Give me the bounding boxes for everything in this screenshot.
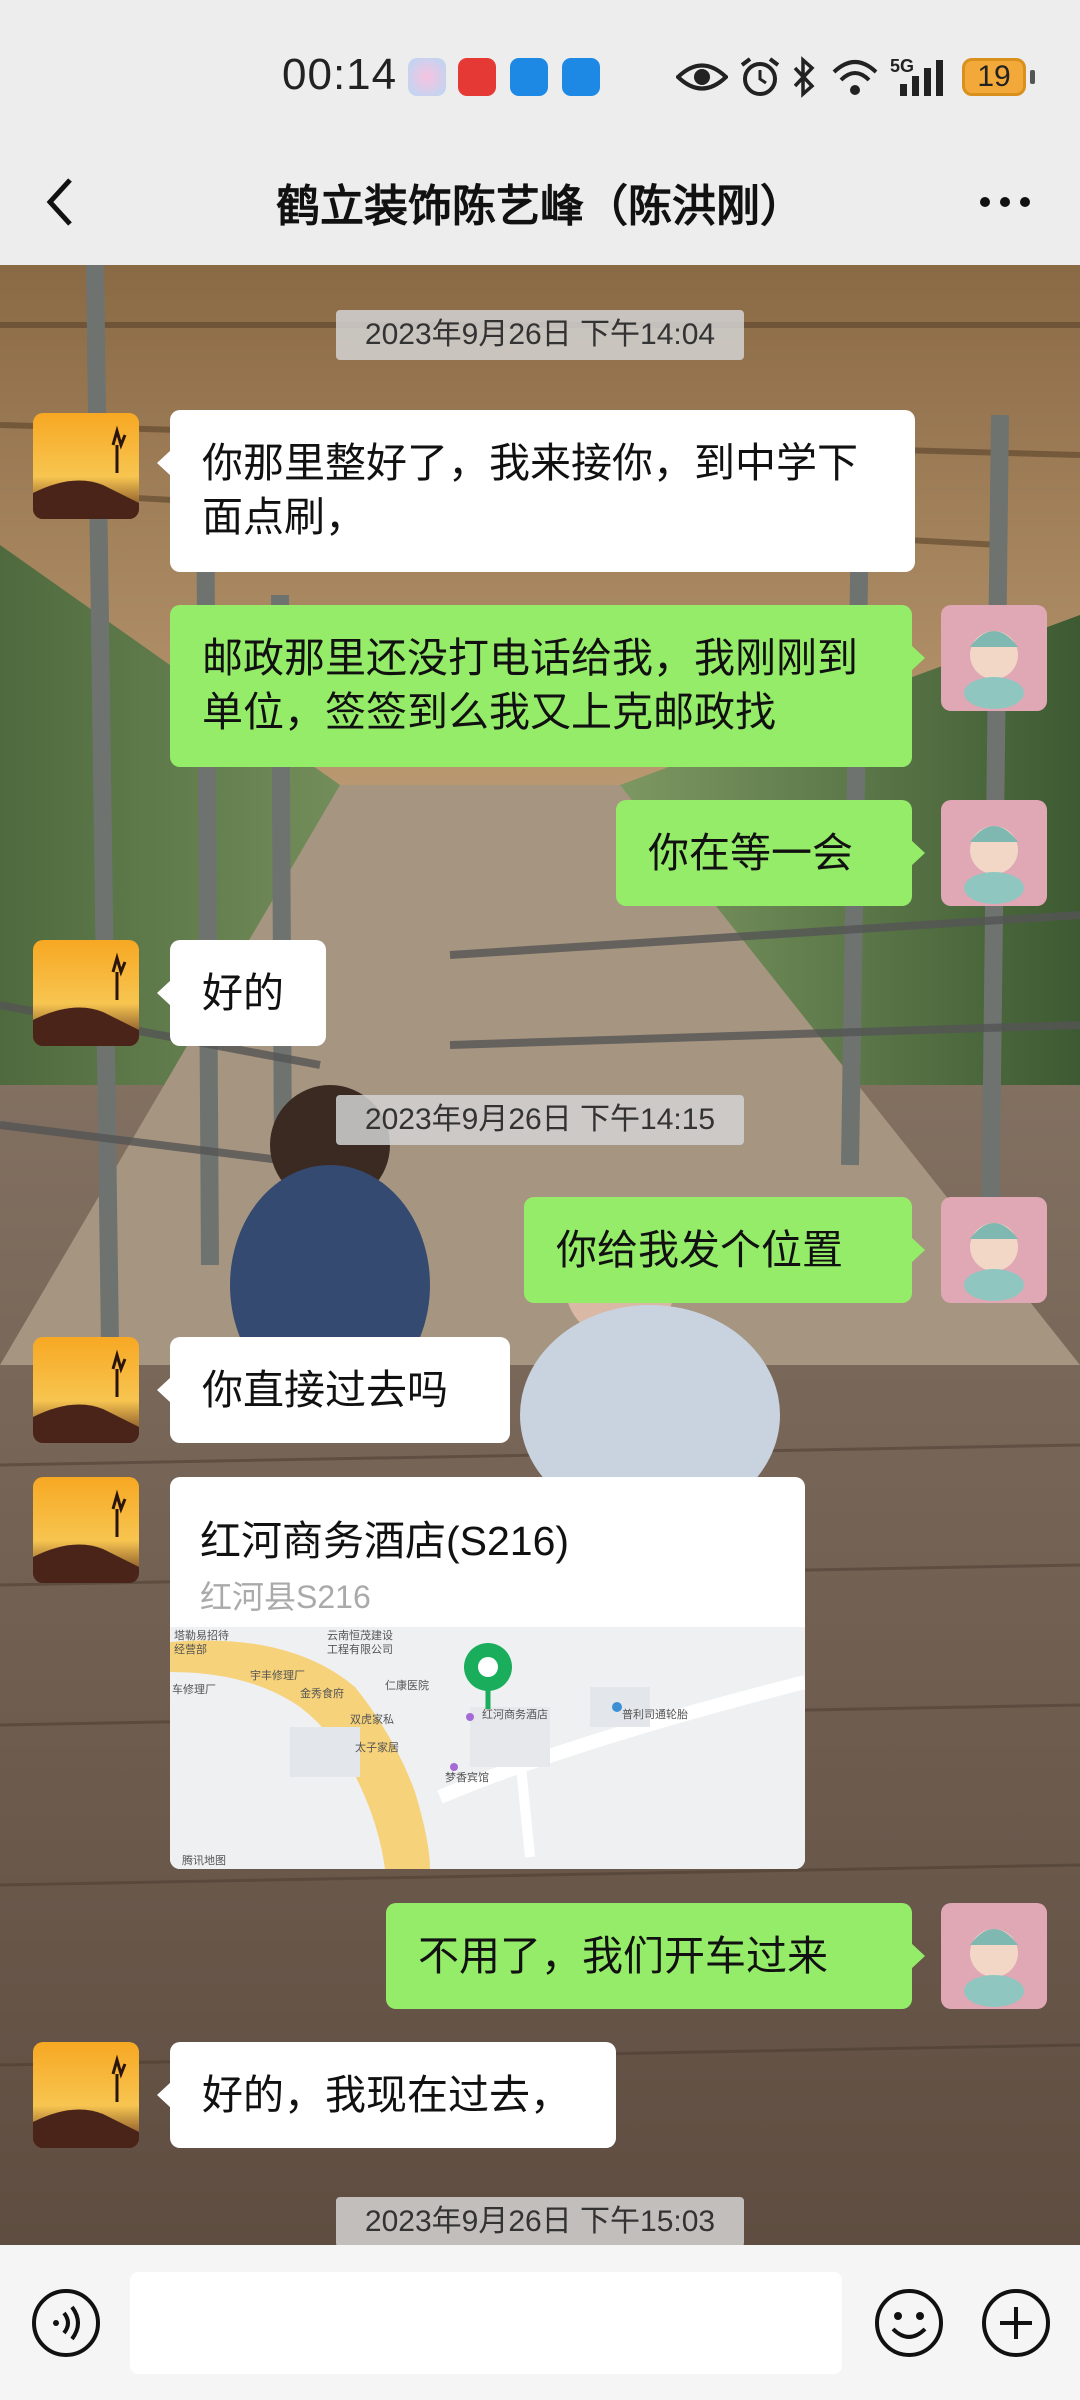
battery-tip <box>1030 70 1035 84</box>
sunset-avatar-icon <box>33 940 139 1046</box>
outgoing-message[interactable]: 你在等一会 <box>616 800 925 906</box>
location-address: 红河县S216 <box>200 1579 371 1615</box>
location-map: 塔勒易招待 经营部 云南恒茂建设 工程有限公司 宇丰修理厂 车修理厂 金秀食府 … <box>170 1627 805 1869</box>
message-input[interactable] <box>130 2272 842 2374</box>
map-label: 车修理厂 <box>172 1682 216 1696</box>
baby-avatar-icon <box>941 605 1047 711</box>
message-timestamp: 2023年9月26日 下午14:15 <box>336 1095 744 1145</box>
my-avatar[interactable] <box>941 605 1047 711</box>
contact-avatar[interactable] <box>33 1477 139 1583</box>
app-notification-icon <box>408 58 446 96</box>
signal-icon <box>900 60 943 96</box>
emoji-icon[interactable] <box>873 2287 945 2359</box>
incoming-message[interactable]: 你那里整好了，我来接你，到中学下面点刷， <box>157 410 915 572</box>
app-notification-icon <box>562 58 600 96</box>
incoming-message[interactable]: 好的 <box>157 940 326 1046</box>
map-label: 工程有限公司 <box>327 1642 393 1656</box>
status-bar: 00:14 5G 19 <box>0 0 1080 150</box>
more-icon[interactable] <box>975 190 1035 214</box>
sunset-avatar-icon <box>33 1337 139 1443</box>
chat-title: 鹤立装饰陈艺峰（陈洪刚） <box>276 182 804 231</box>
sunset-avatar-icon <box>33 1477 139 1583</box>
map-label: 梦香宾馆 <box>445 1770 489 1784</box>
map-label: 普利司通轮胎 <box>622 1707 688 1721</box>
outgoing-message[interactable]: 你给我发个位置 <box>524 1197 925 1303</box>
my-avatar[interactable] <box>941 1197 1047 1303</box>
plus-icon[interactable] <box>980 2287 1052 2359</box>
map-label: 宇丰修理厂 <box>250 1668 305 1682</box>
app-notification-icon <box>510 58 548 96</box>
contact-avatar[interactable] <box>33 940 139 1046</box>
map-label: 云南恒茂建设 <box>327 1628 393 1642</box>
chat-area[interactable]: 2023年9月26日 下午14:04 你那里整好了，我来接你，到中学下面点刷， … <box>0 265 1080 2245</box>
incoming-message[interactable]: 好的，我现在过去， <box>157 2042 616 2148</box>
contact-avatar[interactable] <box>33 1337 139 1443</box>
location-name: 红河商务酒店(S216) <box>200 1518 570 1564</box>
wifi-icon <box>832 60 878 95</box>
eye-icon <box>676 63 728 91</box>
battery-icon: 19 <box>962 58 1026 96</box>
baby-avatar-icon <box>941 1903 1047 2009</box>
bluetooth-icon <box>793 56 815 98</box>
my-avatar[interactable] <box>941 1903 1047 2009</box>
contact-avatar[interactable] <box>33 413 139 519</box>
message-timestamp: 2023年9月26日 下午14:04 <box>336 310 744 360</box>
baby-avatar-icon <box>941 800 1047 906</box>
sunset-avatar-icon <box>33 2042 139 2148</box>
message-timestamp: 2023年9月26日 下午15:03 <box>336 2197 744 2245</box>
outgoing-message[interactable]: 不用了，我们开车过来 <box>386 1903 925 2009</box>
alarm-icon <box>740 57 780 96</box>
map-label: 经营部 <box>174 1642 207 1656</box>
map-label: 红河商务酒店 <box>482 1707 548 1721</box>
sunset-avatar-icon <box>33 413 139 519</box>
app-notification-icon <box>458 58 496 96</box>
status-time: 00:14 <box>282 50 398 99</box>
map-label: 仁康医院 <box>385 1678 429 1692</box>
map-label: 太子家居 <box>355 1740 399 1754</box>
map-label: 双虎家私 <box>350 1712 394 1726</box>
map-label: 金秀食府 <box>300 1686 344 1700</box>
battery-level: 19 <box>977 60 1011 93</box>
map-label: 塔勒易招待 <box>174 1628 229 1642</box>
my-avatar[interactable] <box>941 800 1047 906</box>
voice-input-icon[interactable] <box>30 2287 102 2359</box>
outgoing-message[interactable]: 邮政那里还没打电话给我，我刚刚到单位，签签到么我又上克邮政找 <box>170 605 925 767</box>
map-label: 腾讯地图 <box>182 1853 226 1867</box>
baby-avatar-icon <box>941 1197 1047 1303</box>
location-message[interactable]: 红河商务酒店(S216) 红河县S216 塔勒易招待 经营部 云南恒茂建设 工程… <box>170 1477 805 1869</box>
contact-avatar[interactable] <box>33 2042 139 2148</box>
incoming-message[interactable]: 你直接过去吗 <box>157 1337 510 1443</box>
